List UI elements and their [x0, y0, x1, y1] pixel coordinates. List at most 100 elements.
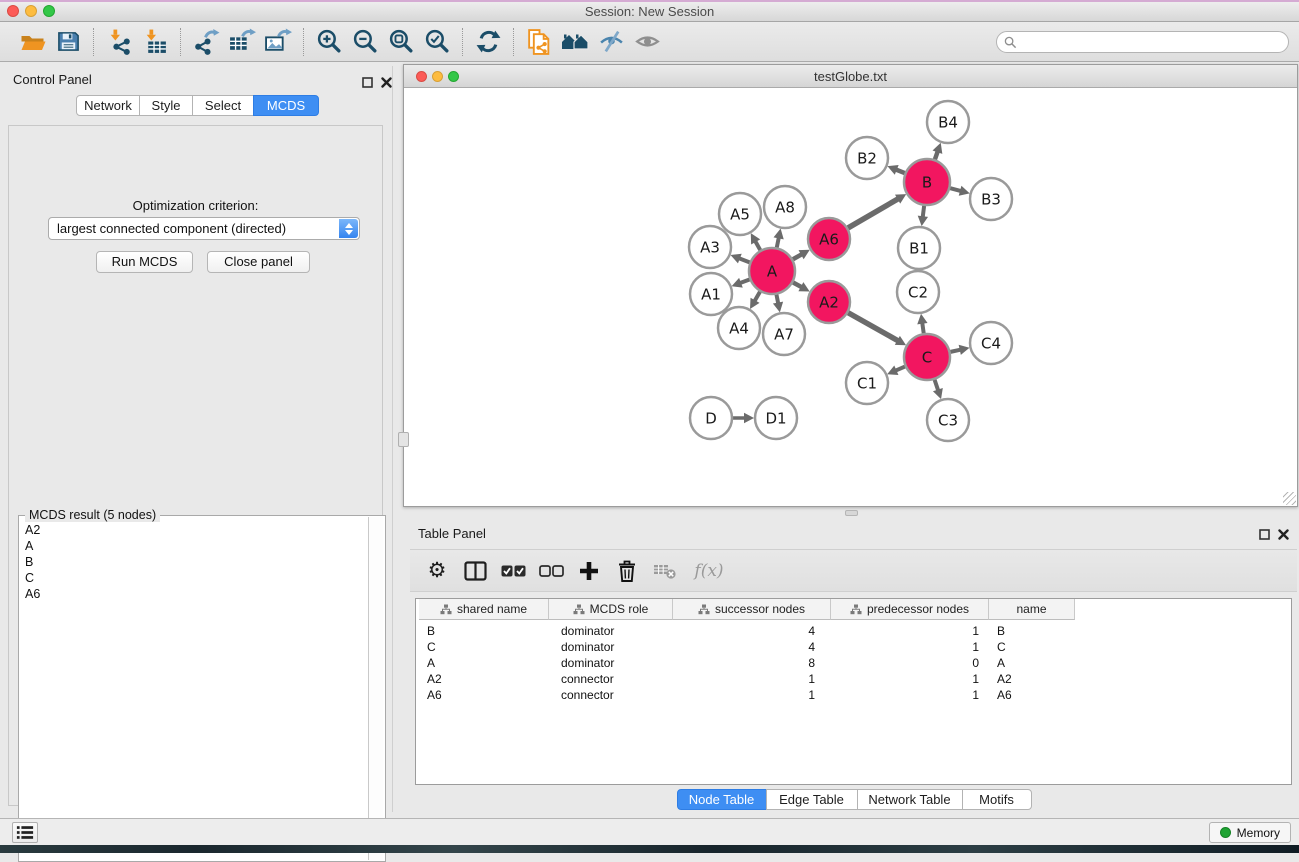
graph-node-C4[interactable]: C4 [970, 322, 1012, 364]
mcds-result-list[interactable]: A2ABCA6 [21, 520, 367, 859]
close-panel-button[interactable]: Close panel [207, 251, 310, 273]
tab-node-table[interactable]: Node Table [677, 789, 767, 810]
table-row[interactable]: Cdominator41C [419, 639, 1291, 655]
column-header-successor-nodes[interactable]: successor nodes [673, 599, 831, 620]
open-file-icon[interactable] [14, 26, 50, 58]
criterion-dropdown[interactable]: largest connected component (directed) [48, 217, 360, 240]
edge-A6-B[interactable] [848, 198, 899, 228]
zoom-fit-icon[interactable] [383, 26, 419, 58]
column-header-shared-name[interactable]: shared name [419, 599, 549, 620]
graph-node-D1[interactable]: D1 [755, 397, 797, 439]
column-header-name[interactable]: name [989, 599, 1075, 620]
close-table-panel-icon[interactable] [1278, 527, 1290, 539]
network-window-titlebar[interactable]: testGlobe.txt [404, 65, 1297, 88]
export-table-icon[interactable] [224, 26, 260, 58]
tab-edge-table[interactable]: Edge Table [766, 789, 858, 810]
graph-node-C2[interactable]: C2 [897, 271, 939, 313]
graph-node-C[interactable]: C [904, 334, 950, 380]
shared-column-icon [698, 604, 710, 615]
run-mcds-button[interactable]: Run MCDS [96, 251, 193, 273]
zoom-out-icon[interactable] [347, 26, 383, 58]
result-item[interactable]: A2 [25, 522, 367, 538]
table-row[interactable]: Bdominator41B [419, 623, 1291, 639]
close-panel-icon[interactable] [381, 75, 393, 87]
apply-layout-icon[interactable] [470, 26, 506, 58]
import-network-icon[interactable] [101, 26, 137, 58]
table-row[interactable]: A2connector11A2 [419, 671, 1291, 687]
toolbar-separator [93, 28, 94, 56]
graph-node-A5[interactable]: A5 [719, 193, 761, 235]
criterion-dropdown-value: largest connected component (directed) [57, 221, 286, 236]
tab-style[interactable]: Style [139, 95, 193, 116]
network-from-file-icon[interactable] [521, 26, 557, 58]
window-resize-grip[interactable] [1283, 492, 1296, 505]
graph-node-A8[interactable]: A8 [764, 186, 806, 228]
result-item[interactable]: A6 [25, 586, 367, 602]
table-cell: A [419, 655, 549, 671]
tab-select[interactable]: Select [192, 95, 254, 116]
node-label: C4 [981, 334, 1001, 352]
tab-mcds[interactable]: MCDS [253, 95, 319, 116]
graph-node-A3[interactable]: A3 [689, 226, 731, 268]
column-header-MCDS-role[interactable]: MCDS role [549, 599, 673, 620]
export-image-icon[interactable] [260, 26, 296, 58]
result-scrollbar[interactable] [368, 517, 383, 860]
graph-node-B3[interactable]: B3 [970, 178, 1012, 220]
show-all-icon[interactable] [629, 26, 665, 58]
search-field[interactable] [996, 31, 1289, 53]
table-settings-icon[interactable]: ⚙ [423, 556, 451, 586]
graph-node-A6[interactable]: A6 [808, 218, 850, 260]
delete-table-icon[interactable] [651, 556, 679, 586]
table-cell: 0 [831, 655, 989, 671]
tab-network-table[interactable]: Network Table [857, 789, 963, 810]
result-item[interactable]: B [25, 554, 367, 570]
graph-node-A[interactable]: A [749, 248, 795, 294]
table-row[interactable]: Adominator80A [419, 655, 1291, 671]
table-row[interactable]: A6connector11A6 [419, 687, 1291, 703]
zoom-selected-icon[interactable] [419, 26, 455, 58]
graph-node-B1[interactable]: B1 [898, 227, 940, 269]
graph-node-A7[interactable]: A7 [763, 313, 805, 355]
first-neighbors-icon[interactable] [557, 26, 593, 58]
node-label: B4 [938, 113, 958, 131]
network-canvas[interactable]: A B C A2 A6 A1 A3 A4 A5 A7 A8 B1 B2 B3 B4 C1 C2 C3 C4 D D1 [404, 88, 1297, 506]
edge-A2-C[interactable] [848, 313, 899, 342]
tab-network[interactable]: Network [76, 95, 140, 116]
graph-node-C3[interactable]: C3 [927, 399, 969, 441]
graph-node-D[interactable]: D [690, 397, 732, 439]
result-item[interactable]: C [25, 570, 367, 586]
delete-column-icon[interactable] [613, 556, 641, 586]
memory-button[interactable]: Memory [1209, 822, 1291, 843]
select-all-icon[interactable] [499, 556, 527, 586]
column-header-predecessor-nodes[interactable]: predecessor nodes [831, 599, 989, 620]
hide-selected-icon[interactable] [593, 26, 629, 58]
function-builder-icon[interactable]: f(x) [689, 556, 729, 586]
float-panel-icon[interactable] [362, 75, 374, 87]
table-cell: 1 [831, 639, 989, 655]
graph-node-B4[interactable]: B4 [927, 101, 969, 143]
show-columns-icon[interactable] [461, 556, 489, 586]
graph-node-C1[interactable]: C1 [846, 362, 888, 404]
table-cell: 1 [673, 687, 831, 703]
search-input[interactable] [1017, 35, 1288, 49]
graph-node-A1[interactable]: A1 [690, 273, 732, 315]
zoom-in-icon[interactable] [311, 26, 347, 58]
export-network-icon[interactable] [188, 26, 224, 58]
deselect-all-icon[interactable] [537, 556, 565, 586]
add-column-icon[interactable] [575, 556, 603, 586]
tab-motifs[interactable]: Motifs [962, 789, 1032, 810]
result-item[interactable]: A [25, 538, 367, 554]
task-history-icon[interactable] [12, 822, 38, 843]
column-label: MCDS role [590, 602, 649, 616]
panel-grip-icon[interactable] [398, 432, 409, 447]
graph-node-B2[interactable]: B2 [846, 137, 888, 179]
graph-node-A2[interactable]: A2 [808, 281, 850, 323]
table-body: Bdominator41BCdominator41CAdominator80AA… [416, 620, 1291, 784]
split-grip[interactable] [845, 510, 858, 516]
graph-node-B[interactable]: B [904, 159, 950, 205]
float-table-panel-icon[interactable] [1259, 527, 1271, 539]
mcds-panel: Optimization criterion: largest connecte… [8, 125, 383, 806]
graph-node-A4[interactable]: A4 [718, 307, 760, 349]
save-session-icon[interactable] [50, 26, 86, 58]
import-table-icon[interactable] [137, 26, 173, 58]
